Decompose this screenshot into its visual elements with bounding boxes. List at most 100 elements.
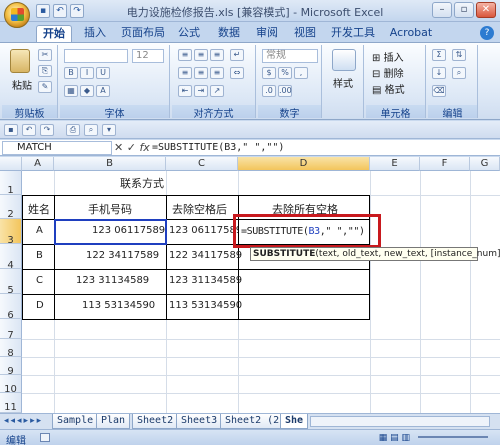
clear-icon[interactable]: ⌫	[432, 85, 446, 97]
tab-developer[interactable]: 开发工具	[326, 25, 380, 42]
align-middle-icon[interactable]: ≡	[194, 49, 208, 61]
sheet-tab-plan[interactable]: Plan	[96, 414, 131, 429]
print-icon[interactable]: ⎙	[66, 124, 80, 136]
column-header-g[interactable]: G	[470, 157, 500, 171]
cell-c4[interactable]: 122 34117589	[169, 250, 242, 261]
header-trimmed[interactable]: 去除空格后	[172, 201, 227, 217]
row-header-6[interactable]: 6	[0, 294, 22, 321]
wrap-text-icon[interactable]: ↵	[230, 49, 244, 61]
border-icon[interactable]: ▦	[64, 85, 78, 97]
merge-center-icon[interactable]: ⇔	[230, 67, 244, 79]
orientation-icon[interactable]: ↗	[210, 85, 224, 97]
font-color-icon[interactable]: A	[96, 85, 110, 97]
cell-c3[interactable]: 123 06117589	[169, 225, 242, 236]
column-header-d[interactable]: D	[238, 157, 370, 171]
find-icon[interactable]: ⌕	[452, 67, 466, 79]
office-button[interactable]	[4, 2, 30, 28]
underline-icon[interactable]: U	[96, 67, 110, 79]
tab-formulas[interactable]: 公式	[172, 25, 206, 42]
name-box[interactable]: MATCH	[2, 141, 112, 155]
cell-c5[interactable]: 123 31134589	[169, 275, 242, 286]
minimize-button[interactable]: –	[432, 2, 452, 18]
tab-data[interactable]: 数据	[212, 25, 246, 42]
delete-cells-button[interactable]: ⊟ 删除	[372, 65, 404, 80]
align-right-icon[interactable]: ≡	[210, 67, 224, 79]
format-cells-button[interactable]: ▤ 格式	[372, 81, 405, 96]
decrease-decimal-icon[interactable]: .00	[278, 85, 292, 97]
enter-icon[interactable]: ✓	[127, 141, 136, 154]
formula-input[interactable]: =SUBSTITUTE(B3," ","")	[152, 141, 284, 154]
preview-icon[interactable]: ⌕	[84, 124, 98, 136]
tooltip-function-name[interactable]: SUBSTITUTE	[253, 249, 315, 259]
autosum-icon[interactable]: Σ	[432, 49, 446, 61]
row-header-10[interactable]: 10	[0, 375, 22, 395]
header-phone[interactable]: 手机号码	[88, 201, 132, 217]
italic-icon[interactable]: I	[80, 67, 94, 79]
sort-filter-icon[interactable]: ⇅	[452, 49, 466, 61]
tab-acrobat[interactable]: Acrobat	[384, 25, 438, 42]
sheet-tab-sheet2[interactable]: Sheet2	[132, 414, 179, 429]
insert-function-icon[interactable]: fx	[139, 141, 149, 154]
sheet-nav-icons[interactable]: ◂◂◂▸▸▸	[4, 416, 43, 426]
column-header-b[interactable]: B	[54, 157, 166, 171]
zoom-slider[interactable]	[418, 436, 488, 438]
undo-icon[interactable]: ↶	[53, 4, 67, 18]
restore-button[interactable]: ▫	[454, 2, 474, 18]
tab-page-layout[interactable]: 页面布局	[116, 25, 170, 42]
indent-decrease-icon[interactable]: ⇤	[178, 85, 192, 97]
font-name-combo[interactable]	[64, 49, 128, 63]
bold-icon[interactable]: B	[64, 67, 78, 79]
save-icon[interactable]: ▪	[36, 4, 50, 18]
percent-icon[interactable]: %	[278, 67, 292, 79]
sheet-tab-active[interactable]: She	[280, 414, 309, 429]
worksheet-grid[interactable]: A B C D E F G 1 2 3 4 5 6 7 8 9 10 11 联系…	[0, 157, 500, 413]
align-top-icon[interactable]: ≡	[178, 49, 192, 61]
currency-icon[interactable]: $	[262, 67, 276, 79]
align-center-icon[interactable]: ≡	[194, 67, 208, 79]
cell-b6[interactable]: 113 53134590	[82, 300, 155, 311]
column-header-a[interactable]: A	[22, 157, 54, 171]
row-header-4[interactable]: 4	[0, 244, 22, 271]
close-button[interactable]: ✕	[476, 2, 496, 18]
cell-b4[interactable]: 122 34117589	[86, 250, 159, 261]
column-header-f[interactable]: F	[420, 157, 470, 171]
format-painter-icon[interactable]: ✎	[38, 81, 52, 93]
tab-view[interactable]: 视图	[288, 25, 322, 42]
styles-icon[interactable]	[332, 49, 356, 71]
undo-small-icon[interactable]: ↶	[22, 124, 36, 136]
cell-a3[interactable]: A	[36, 225, 43, 236]
cell-a5[interactable]: C	[36, 275, 43, 286]
paste-label[interactable]: 粘贴	[12, 77, 32, 92]
comma-icon[interactable]: ,	[294, 67, 308, 79]
paste-icon[interactable]	[10, 49, 30, 73]
cell-b5[interactable]: 123 31134589	[76, 275, 149, 286]
row-header-8[interactable]: 8	[0, 339, 22, 359]
redo-icon[interactable]: ↷	[70, 4, 84, 18]
horizontal-scrollbar[interactable]	[310, 416, 490, 427]
redo-small-icon[interactable]: ↷	[40, 124, 54, 136]
cell-a4[interactable]: B	[36, 250, 43, 261]
tab-home[interactable]: 开始	[36, 25, 72, 42]
sheet-tab-sheet3[interactable]: Sheet3	[176, 414, 223, 429]
styles-button[interactable]: 样式	[333, 75, 353, 90]
align-bottom-icon[interactable]: ≡	[210, 49, 224, 61]
fill-color-icon[interactable]: ◆	[80, 85, 94, 97]
row-header-1[interactable]: 1	[0, 171, 22, 196]
indent-increase-icon[interactable]: ⇥	[194, 85, 208, 97]
header-name[interactable]: 姓名	[28, 201, 50, 217]
sheet-tab-sample[interactable]: Sample	[52, 414, 99, 429]
increase-decimal-icon[interactable]: .0	[262, 85, 276, 97]
insert-cells-button[interactable]: ⊞ 插入	[372, 49, 404, 64]
view-buttons[interactable]: ▦ ▤ ▥	[379, 433, 410, 443]
sheet-title[interactable]: 联系方式	[120, 175, 164, 191]
row-header-3[interactable]: 3	[0, 219, 22, 246]
align-left-icon[interactable]: ≡	[178, 67, 192, 79]
row-header-5[interactable]: 5	[0, 269, 22, 296]
cancel-icon[interactable]: ✕	[114, 141, 123, 154]
cell-c6[interactable]: 113 53134590	[169, 300, 242, 311]
row-header-11[interactable]: 11	[0, 393, 22, 413]
select-all-corner[interactable]	[0, 157, 22, 171]
row-header-2[interactable]: 2	[0, 195, 22, 220]
cell-a6[interactable]: D	[36, 300, 44, 311]
column-header-c[interactable]: C	[166, 157, 238, 171]
